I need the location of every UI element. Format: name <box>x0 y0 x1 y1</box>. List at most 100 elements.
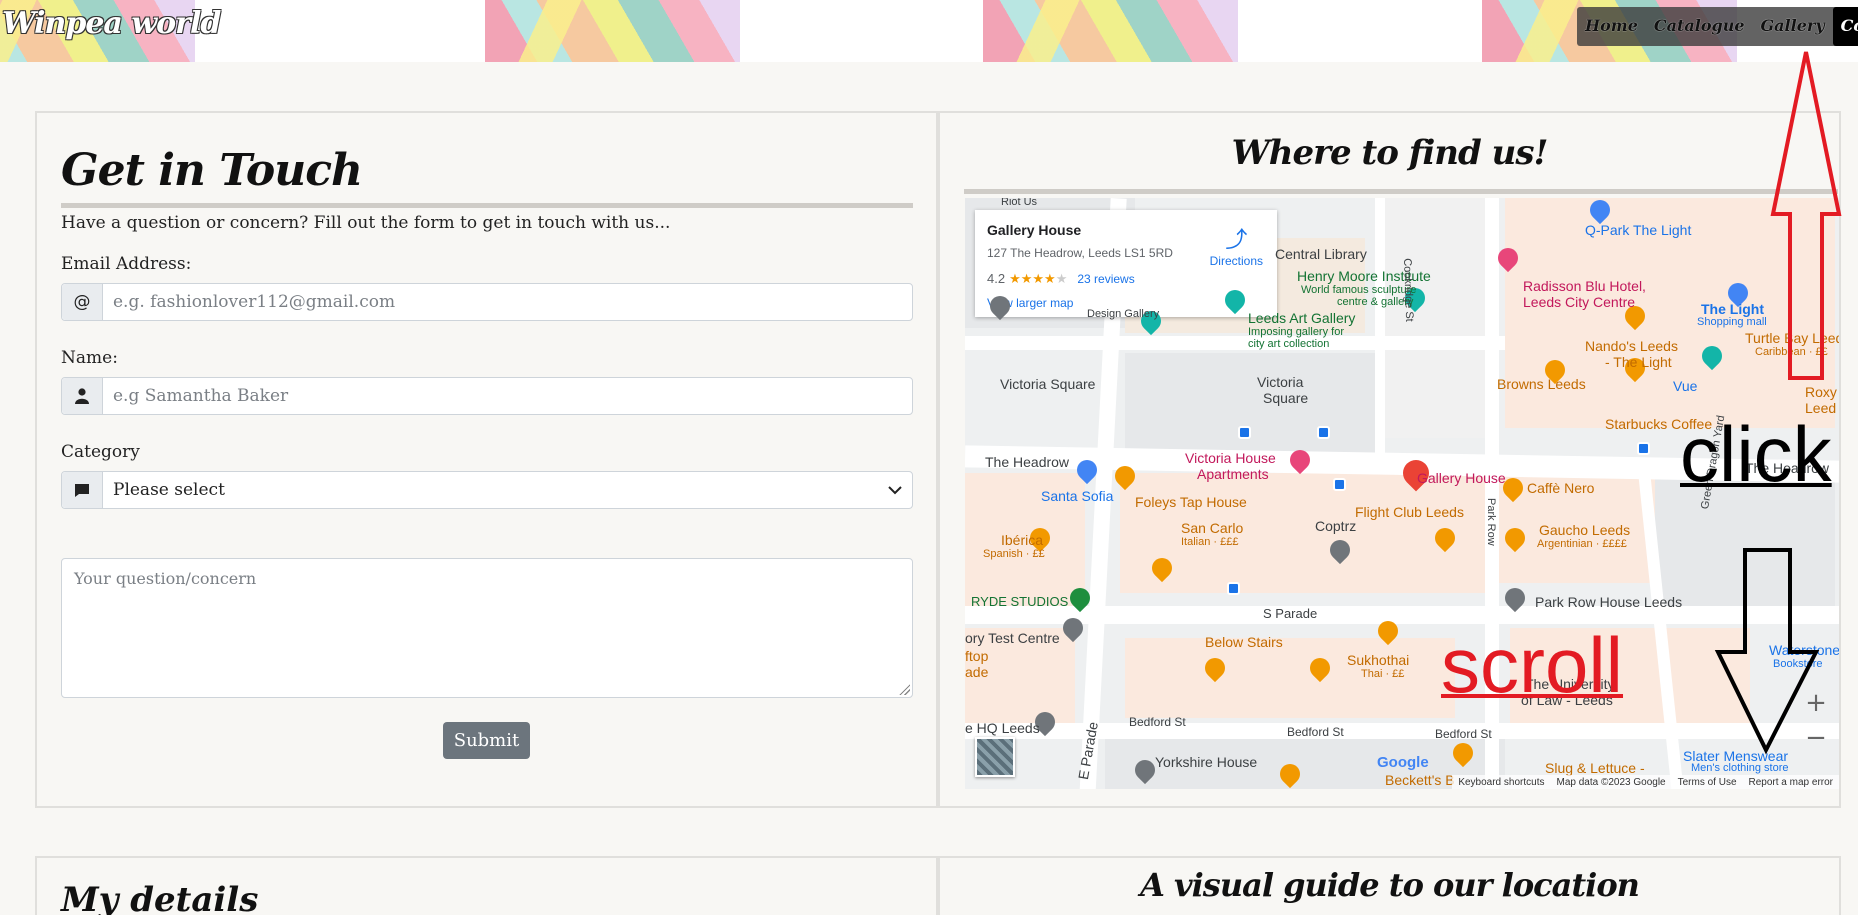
nav-catalogue[interactable]: Catalogue <box>1646 7 1753 46</box>
category-input-group: Please select <box>61 471 913 509</box>
name-field[interactable]: e.g Samantha Baker <box>103 378 912 414</box>
place-rating: 4.2 ★★★★★ 23 reviews <box>987 271 1265 287</box>
map-label: Victoria Square <box>1000 376 1096 392</box>
map-road <box>1375 198 1385 458</box>
map-label: Victoria <box>1257 374 1304 390</box>
report-error-link[interactable]: Report a map error <box>1749 777 1833 788</box>
email-input-group: @ e.g. fashionlover112@gmail.com <box>61 283 913 321</box>
bus-stop-icon[interactable] <box>1333 478 1346 491</box>
map-label: Central Library <box>1275 246 1367 262</box>
map-label: Victoria House <box>1185 450 1276 466</box>
map-label: Foleys Tap House <box>1135 494 1247 510</box>
name-label: Name: <box>61 348 118 368</box>
resize-handle-icon[interactable] <box>898 683 910 695</box>
visual-guide-title: A visual guide to our location <box>1140 866 1640 904</box>
submit-button[interactable]: Submit <box>443 722 530 759</box>
map-label: Cookridge St <box>1401 258 1416 322</box>
map-label: Sukhothai <box>1347 652 1410 668</box>
visual-guide-panel: A visual guide to our location <box>938 856 1841 915</box>
map-label: Caffè Nero <box>1527 480 1595 496</box>
form-title: Get in Touch <box>61 145 363 196</box>
person-icon <box>62 378 103 414</box>
category-selected-value: Please select <box>113 480 225 500</box>
map-label: Imposing gallery for <box>1248 326 1344 338</box>
bus-stop-icon[interactable] <box>1317 426 1330 439</box>
banner-pattern <box>983 0 1238 62</box>
annotation-click-text: click <box>1680 410 1832 498</box>
map-road <box>965 336 1505 350</box>
title-divider <box>61 203 913 208</box>
map-label: Gallery House <box>1417 470 1506 486</box>
map-label: Bookstore <box>1773 658 1823 670</box>
nav-gallery[interactable]: Gallery <box>1753 7 1833 46</box>
category-select[interactable]: Please select <box>103 472 912 508</box>
map-attribution: Keyboard shortcuts Map data ©2023 Google… <box>1452 775 1839 789</box>
map-label: Apartments <box>1197 466 1269 482</box>
map-label: Waterstones ( <box>1769 642 1839 658</box>
rating-value: 4.2 <box>987 271 1006 286</box>
form-lead-text: Have a question or concern? Fill out the… <box>61 213 671 233</box>
map-label: Thai · ££ <box>1361 668 1405 680</box>
main-nav: Home Catalogue Gallery Contact U <box>1577 7 1858 46</box>
nav-home[interactable]: Home <box>1577 7 1646 46</box>
map-block <box>1125 353 1385 453</box>
zoom-out-button[interactable]: − <box>1801 723 1831 753</box>
map-block <box>1385 198 1495 438</box>
map-label: Bedford St <box>1435 727 1492 741</box>
map-label: ftop <box>965 648 989 664</box>
category-label: Category <box>61 442 140 462</box>
map-title-divider <box>964 189 1838 194</box>
map-label: Beckett's B <box>1385 772 1455 788</box>
bus-stop-icon[interactable] <box>1227 582 1240 595</box>
map-label: San Carlo <box>1181 520 1244 536</box>
map-label: Flight Club Leeds <box>1355 504 1464 520</box>
map-label: Italian · £££ <box>1181 536 1239 548</box>
map-block <box>1120 473 1485 593</box>
map-label: Design Gallery <box>1087 308 1160 320</box>
zoom-in-button[interactable]: + <box>1801 688 1831 718</box>
site-logo[interactable]: Winpea world <box>2 6 221 41</box>
map-label: Turtle Bay Leeds <box>1745 330 1839 346</box>
map-label: Gaucho Leeds <box>1539 522 1631 538</box>
map-label: Leeds City Centre <box>1523 294 1636 310</box>
map-label: Caribbean · ££ <box>1755 346 1828 358</box>
map-label: Coptrz <box>1315 518 1357 534</box>
directions-button[interactable]: ⤴ Directions <box>1210 222 1263 268</box>
map-label: Yorkshire House <box>1155 754 1258 770</box>
map-label: RYDE STUDIOS <box>971 594 1069 609</box>
banner-pattern <box>485 0 740 62</box>
map-label: Nando's Leeds <box>1585 338 1678 354</box>
map-label: The Light <box>1701 301 1764 317</box>
bus-stop-icon[interactable] <box>1238 426 1251 439</box>
map-label: Spanish · ££ <box>983 548 1045 560</box>
map-label: Q-Park The Light <box>1585 222 1692 238</box>
keyboard-shortcuts-link[interactable]: Keyboard shortcuts <box>1458 777 1544 788</box>
email-label: Email Address: <box>61 254 192 274</box>
google-logo: Google <box>1377 754 1429 771</box>
satellite-toggle-icon[interactable] <box>975 737 1015 777</box>
reviews-link[interactable]: 23 reviews <box>1077 272 1134 286</box>
map-block <box>1125 638 1455 718</box>
map-label: Park Row <box>1485 498 1497 546</box>
annotation-scroll-text: scroll <box>1441 621 1624 709</box>
map-label: Roxy <box>1805 384 1837 400</box>
chevron-down-icon <box>888 485 902 494</box>
contact-form-panel: Get in Touch Have a question or concern?… <box>35 111 938 808</box>
map-label: Santa Sofia <box>1041 488 1114 504</box>
map-label: ade <box>965 664 989 680</box>
map-label: Argentinian · ££££ <box>1537 538 1627 550</box>
terms-link[interactable]: Terms of Use <box>1678 777 1737 788</box>
directions-label: Directions <box>1209 254 1263 268</box>
nav-contact[interactable]: Contact U <box>1832 7 1858 46</box>
email-field[interactable]: e.g. fashionlover112@gmail.com <box>103 284 912 320</box>
map-label: Square <box>1263 390 1309 406</box>
map-label: - The Light <box>1605 354 1672 370</box>
map-label: Park Row House Leeds <box>1535 594 1683 610</box>
name-input-group: e.g Samantha Baker <box>61 377 913 415</box>
map-data-text: Map data ©2023 Google <box>1556 776 1666 788</box>
message-textarea[interactable]: Your question/concern <box>61 558 913 698</box>
directions-icon: ⤴ <box>1225 227 1248 252</box>
bus-stop-icon[interactable] <box>1637 442 1650 455</box>
map-label: e HQ Leeds <box>965 720 1040 736</box>
map-label: Ibérica <box>1001 532 1044 548</box>
